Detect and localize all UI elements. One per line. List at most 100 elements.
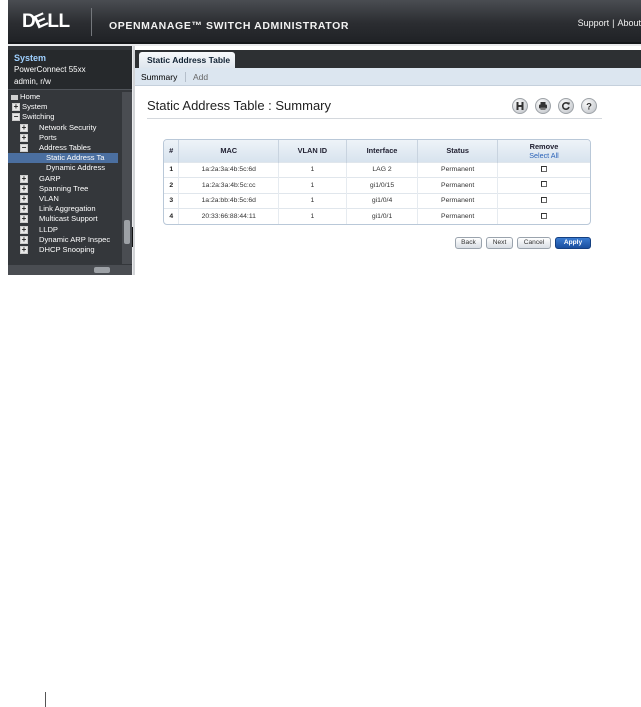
interface-cell: gi1/0/4 (346, 192, 419, 209)
top-banner: DELL OPENMANAGE™ SWITCH ADMINISTRATOR Su… (8, 0, 641, 44)
remove-checkbox[interactable] (540, 165, 547, 172)
interface-cell: gi1/0/15 (346, 177, 419, 193)
tree-item-label: DHCP Snooping (39, 245, 95, 254)
table-header-row: # MAC VLAN ID Interface Status Remove Se… (164, 140, 590, 162)
vlan-cell: 1 (278, 177, 347, 193)
table-body: 1 1a:2a:3a:4b:5c:6d 1 LAG 2 Permanent 2 1a:2a:… (164, 161, 590, 224)
subnav-divider (185, 72, 186, 82)
tree-vertical-scrollbar[interactable] (122, 92, 132, 264)
tree-item-label: Network Security (39, 122, 97, 132)
dell-logo: DELL (22, 9, 70, 34)
tree-item-label: Static Address Ta (46, 153, 105, 163)
remove-checkbox[interactable] (540, 196, 547, 203)
tree-item-label: GARP (39, 173, 61, 183)
status-cell: Permanent (417, 208, 498, 224)
row-number: 1 (164, 161, 180, 178)
tree-item-label: Spanning Tree (39, 183, 89, 193)
tree-item-label: Address Tables (39, 143, 91, 152)
home-icon (11, 94, 18, 100)
device-model: PowerConnect 55xx (14, 65, 86, 74)
mac-cell: 1a:2a:bb:4b:5c:6d (178, 192, 280, 209)
tree-item-label: LLDP (39, 224, 58, 234)
apply-button[interactable]: Apply (555, 237, 591, 249)
save-icon[interactable] (512, 98, 528, 114)
remove-cell (497, 192, 590, 209)
tree-horizontal-scrollbar[interactable] (8, 265, 132, 275)
expand-icon[interactable]: + (12, 103, 20, 112)
refresh-icon[interactable] (558, 98, 574, 114)
page-margin-rule (45, 692, 46, 707)
remove-cell (497, 177, 590, 193)
vlan-cell: 1 (278, 208, 347, 224)
expand-icon[interactable]: + (20, 174, 28, 183)
help-icon[interactable]: ? (581, 98, 597, 114)
subnav-summary[interactable]: Summary (141, 72, 177, 82)
tab-static-address-table[interactable]: Static Address Table (139, 52, 235, 68)
main-content: Static Address Table Summary Add Static … (133, 46, 641, 275)
status-cell: Permanent (417, 161, 498, 178)
link-separator: | (612, 18, 615, 28)
print-icon[interactable] (535, 98, 551, 114)
column-header-vlan-id: VLAN ID (278, 140, 347, 162)
app-window: DELL OPENMANAGE™ SWITCH ADMINISTRATOR Su… (8, 0, 641, 275)
status-cell: Permanent (417, 192, 498, 209)
expand-icon[interactable]: + (20, 133, 28, 142)
scroll-thumb[interactable] (124, 220, 130, 244)
cancel-button[interactable]: Cancel (517, 237, 551, 249)
system-title[interactable]: System (14, 53, 46, 63)
subnav-add[interactable]: Add (193, 72, 208, 82)
column-header-remove: Remove Select All (497, 140, 590, 162)
remove-checkbox[interactable] (540, 181, 547, 188)
expand-icon[interactable]: + (20, 235, 28, 244)
expand-icon[interactable]: + (20, 123, 28, 132)
remove-checkbox[interactable] (540, 212, 547, 219)
nav-tree: Home + System − Switching + Network Security + P… (8, 92, 122, 264)
column-header-mac: MAC (178, 140, 280, 162)
next-button[interactable]: Next (486, 237, 513, 249)
collapse-icon[interactable]: − (12, 113, 20, 122)
column-header-interface: Interface (346, 140, 419, 162)
mac-cell: 1a:2a:3a:4b:5c:6d (178, 161, 280, 178)
row-number: 2 (164, 177, 180, 193)
expand-icon[interactable]: + (20, 205, 28, 214)
row-number: 4 (164, 208, 180, 224)
user-info: admin, r/w (14, 77, 51, 86)
remove-cell (497, 161, 590, 178)
expand-icon[interactable]: + (20, 225, 28, 234)
sub-navigation: Summary Add (135, 68, 641, 86)
tree-item-label: VLAN (39, 194, 59, 203)
select-all-link[interactable]: Select All (499, 151, 589, 160)
tree-item-label: Link Aggregation (39, 204, 96, 214)
mac-cell: 1a:2a:3a:4b:5c:cc (178, 177, 280, 193)
remove-label: Remove (529, 141, 559, 151)
vlan-cell: 1 (278, 192, 347, 209)
interface-cell: LAG 2 (346, 161, 419, 178)
row-number: 3 (164, 192, 180, 209)
about-link[interactable]: About (617, 18, 641, 28)
mac-cell: 20:33:66:88:44:11 (178, 208, 280, 224)
tree-item-label: Dynamic ARP Inspec (39, 234, 111, 244)
table-row: 2 1a:2a:3a:4b:5c:cc 1 gi1/0/15 Permanent (164, 177, 590, 193)
expand-icon[interactable]: + (20, 246, 28, 254)
expand-icon[interactable]: + (20, 215, 28, 224)
expand-icon[interactable]: + (20, 195, 28, 203)
tree-item-label: Multicast Support (39, 214, 98, 224)
static-address-grid: # MAC VLAN ID Interface Status Remove Se… (163, 139, 591, 225)
table-row: 3 1a:2a:bb:4b:5c:6d 1 gi1/0/4 Permanent (164, 192, 590, 209)
app-title: OPENMANAGE™ SWITCH ADMINISTRATOR (109, 20, 350, 32)
column-header-status: Status (417, 140, 498, 162)
navigation-sidebar: System PowerConnect 55xx admin, r/w Home… (8, 46, 132, 275)
tree-item[interactable]: Static Address Ta (8, 153, 118, 164)
system-info: System PowerConnect 55xx admin, r/w (8, 50, 132, 90)
expand-icon[interactable]: + (20, 184, 28, 193)
back-button[interactable]: Back (455, 237, 482, 249)
interface-cell: gi1/0/1 (346, 208, 419, 224)
tree-item-label: Switching (22, 112, 55, 122)
collapse-icon[interactable]: − (20, 144, 28, 152)
table-row: 1 1a:2a:3a:4b:5c:6d 1 LAG 2 Permanent (164, 161, 590, 178)
support-link[interactable]: Support (578, 18, 610, 28)
top-links: Support | About (578, 18, 641, 28)
scroll-thumb[interactable] (94, 267, 110, 273)
logo-divider (91, 8, 92, 36)
tree-item-label: Home (20, 92, 41, 101)
